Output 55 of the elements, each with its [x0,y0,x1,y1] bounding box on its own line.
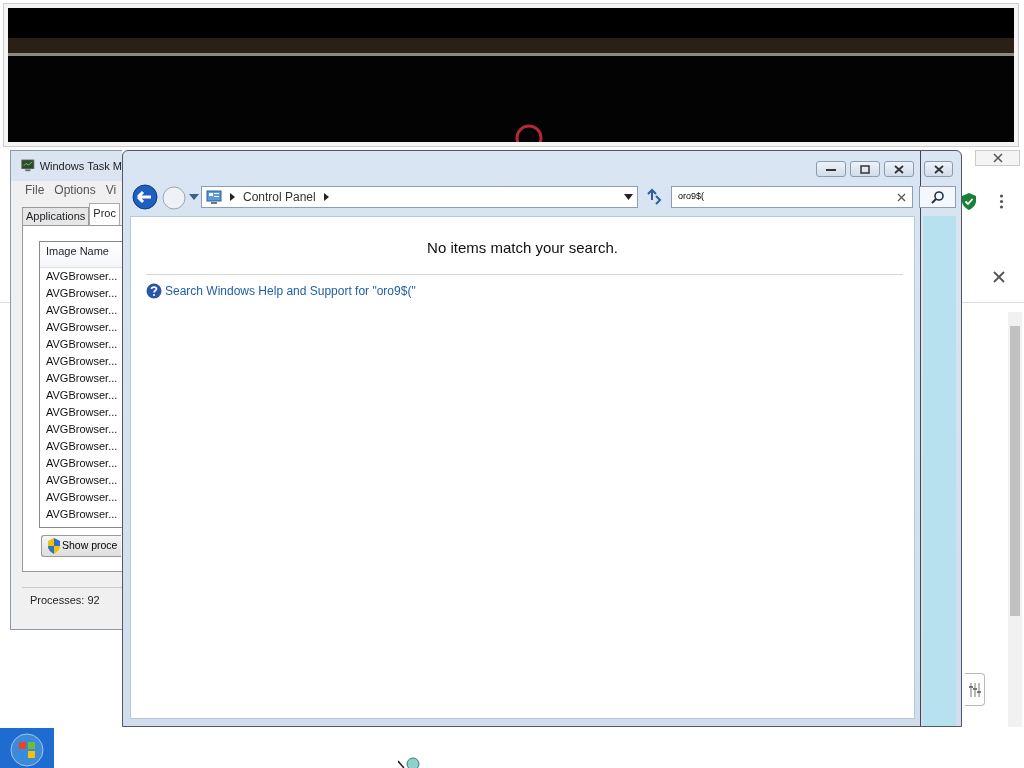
search-icon [931,190,944,204]
search-bar[interactable]: oro9$( [671,186,913,208]
close-icon[interactable] [993,271,1005,283]
chevron-icon [323,193,329,201]
process-name[interactable]: AVGBrowser... [46,489,118,506]
menu-item[interactable]: Options [54,181,96,199]
process-name[interactable]: AVGBrowser... [46,302,118,319]
shield-icon [47,538,61,554]
close-icon [894,164,904,174]
close-button[interactable] [975,150,1020,166]
close-button[interactable] [924,161,953,177]
search-button[interactable] [919,186,956,208]
help-link[interactable]: Search Windows Help and Support for "oro9$(" [165,281,416,300]
tab[interactable]: Proc [89,203,120,225]
show-processes-button[interactable]: Show proce [41,535,121,557]
minimize-icon [826,166,836,172]
process-name[interactable]: AVGBrowser... [46,268,118,285]
process-name[interactable]: AVGBrowser... [46,285,118,302]
help-icon [146,282,162,299]
process-name[interactable]: AVGBrowser... [46,319,118,336]
close-icon [992,153,1003,163]
scrollbar[interactable] [1008,312,1022,727]
window-title: Windows Task M [39,158,122,174]
tab[interactable]: Applications [22,207,90,225]
breadcrumb-item[interactable]: Control Panel [243,188,316,206]
back-button[interactable] [132,184,158,210]
process-name[interactable]: AVGBrowser... [46,336,118,353]
menu-item[interactable]: Vi [105,181,117,199]
no-results-message: No items match your search. [426,238,619,258]
dropdown-icon[interactable] [624,194,633,200]
clear-icon[interactable] [897,192,906,202]
process-name[interactable]: AVGBrowser... [46,438,118,455]
filter-button[interactable] [965,673,985,706]
close-button[interactable] [884,161,914,177]
control-panel-icon [206,189,222,205]
address-bar[interactable]: Control Panel [201,186,638,208]
process-name[interactable]: AVGBrowser... [46,387,118,404]
sliders-icon [967,681,982,698]
process-name[interactable]: AVGBrowser... [46,353,118,370]
process-name[interactable]: AVGBrowser... [46,455,118,472]
close-icon [933,164,944,174]
shield-icon [961,193,977,210]
maximize-button[interactable] [850,161,880,177]
start-button[interactable] [0,728,54,768]
chevron-icon [230,193,235,201]
monitor-icon [21,159,35,173]
process-name[interactable]: AVGBrowser... [46,421,118,438]
process-name[interactable]: AVGBrowser... [46,506,118,523]
minimize-button[interactable] [816,161,846,177]
restore-icon [860,164,870,174]
more-options-icon[interactable] [999,194,1004,209]
process-name[interactable]: AVGBrowser... [46,472,118,489]
menu-item[interactable]: File [25,181,45,199]
process-name[interactable]: AVGBrowser... [46,404,118,421]
process-name[interactable]: AVGBrowser... [46,370,118,387]
